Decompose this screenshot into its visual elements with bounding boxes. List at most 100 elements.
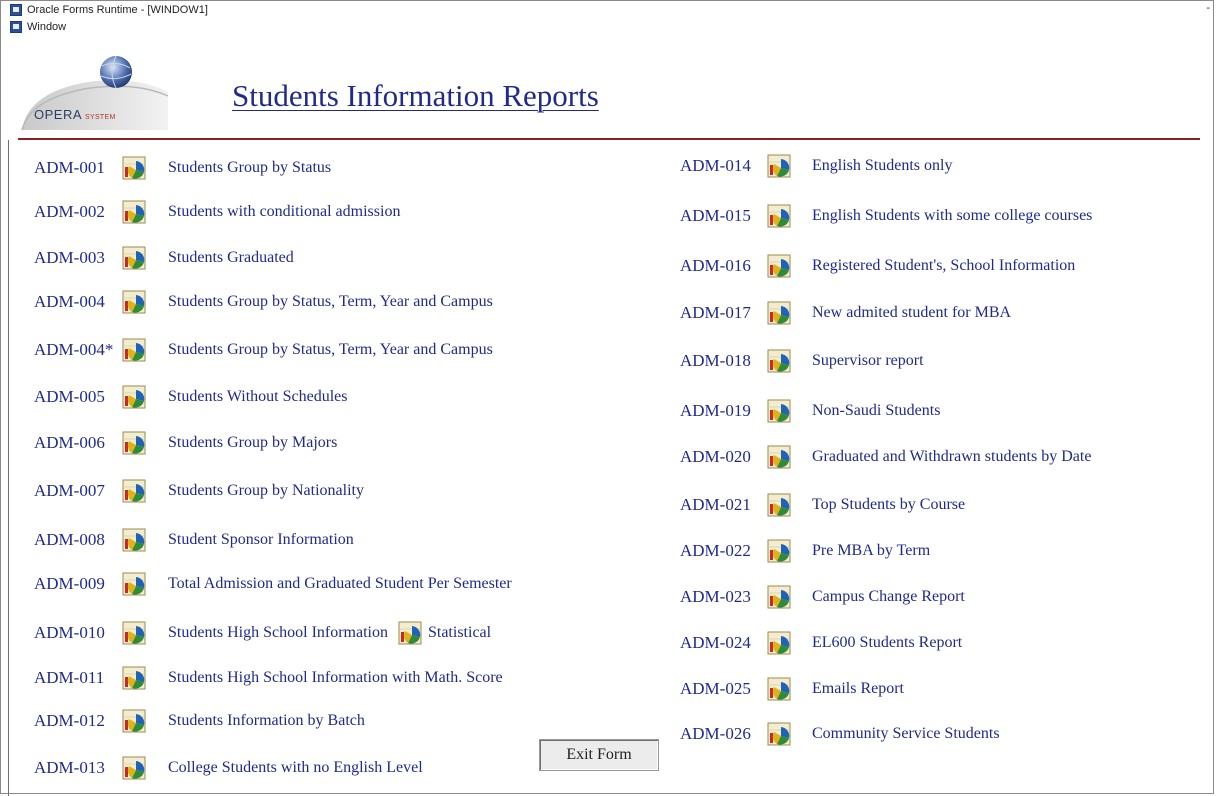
oracle-forms-icon	[10, 4, 22, 16]
report-label[interactable]: Students High School Information	[168, 624, 388, 642]
report-row: ADM-010 Students High School Information…	[34, 618, 491, 648]
report-chart-icon[interactable]	[122, 200, 146, 224]
report-chart-icon[interactable]	[122, 528, 146, 552]
report-chart-icon[interactable]	[767, 254, 791, 278]
report-chart-icon[interactable]	[767, 539, 791, 563]
report-label[interactable]: English Students with some college cours…	[812, 207, 1092, 225]
report-chart-icon[interactable]	[122, 666, 146, 690]
report-code: ADM-022	[680, 541, 751, 560]
exit-form-button[interactable]: Exit Form	[539, 739, 659, 771]
report-chart-icon[interactable]	[767, 301, 791, 325]
report-label[interactable]: English Students only	[812, 157, 952, 175]
report-label[interactable]: Graduated and Withdrawn students by Date	[812, 448, 1091, 466]
report-chart-icon[interactable]	[767, 399, 791, 423]
report-label[interactable]: Registered Student's, School Information	[812, 257, 1075, 275]
report-label[interactable]: Students with conditional admission	[168, 203, 400, 221]
window-title: Oracle Forms Runtime - [WINDOW1]	[27, 4, 208, 16]
report-chart-icon[interactable]	[122, 756, 146, 780]
statistical-label[interactable]: Statistical	[428, 624, 491, 642]
report-chart-icon[interactable]	[767, 493, 791, 517]
report-row: ADM-018 Supervisor report	[680, 346, 924, 376]
report-chart-icon[interactable]	[767, 722, 791, 746]
report-label[interactable]: EL600 Students Report	[812, 634, 962, 652]
report-row: ADM-019 Non-Saudi Students	[680, 396, 940, 426]
report-label[interactable]: Total Admission and Graduated Student Pe…	[168, 575, 512, 593]
report-code: ADM-017	[680, 303, 751, 322]
report-code: ADM-006	[34, 433, 105, 452]
report-label[interactable]: Student Sponsor Information	[168, 531, 354, 549]
report-chart-icon[interactable]	[122, 290, 146, 314]
report-chart-icon[interactable]	[767, 349, 791, 373]
report-row: ADM-023 Campus Change Report	[680, 582, 965, 612]
report-label[interactable]: Students Group by Status, Term, Year and…	[168, 341, 493, 359]
report-label[interactable]: Students Information by Batch	[168, 712, 365, 730]
report-row: ADM-015 English Students with some colle…	[680, 201, 1092, 231]
report-row: ADM-001 Students Group by Status	[34, 153, 331, 183]
window-menu-icon[interactable]	[10, 21, 22, 33]
report-chart-icon[interactable]	[122, 156, 146, 180]
report-code: ADM-018	[680, 351, 751, 370]
report-label[interactable]: Emails Report	[812, 680, 904, 698]
report-code: ADM-011	[34, 668, 105, 687]
report-code: ADM-004	[34, 292, 105, 311]
page-title: Students Information Reports	[232, 78, 599, 113]
report-code: ADM-010	[34, 623, 105, 642]
report-label[interactable]: New admited student for MBA	[812, 304, 1011, 322]
report-chart-icon[interactable]	[122, 709, 146, 733]
report-chart-icon[interactable]	[767, 677, 791, 701]
report-label[interactable]: Community Service Students	[812, 725, 1000, 743]
report-label[interactable]: Students Graduated	[168, 249, 294, 267]
report-label[interactable]: Top Students by Course	[812, 496, 965, 514]
report-code: ADM-020	[680, 447, 751, 466]
minimize-button[interactable]: -	[1206, 2, 1210, 14]
report-chart-icon[interactable]	[767, 631, 791, 655]
report-code: ADM-004*	[34, 340, 114, 359]
report-code: ADM-008	[34, 530, 105, 549]
report-row: ADM-009 Total Admission and Graduated St…	[34, 569, 512, 599]
report-label[interactable]: College Students with no English Level	[168, 759, 423, 777]
report-label[interactable]: Supervisor report	[812, 352, 924, 370]
report-code: ADM-007	[34, 481, 105, 500]
report-chart-icon[interactable]	[767, 154, 791, 178]
report-code: ADM-002	[34, 202, 105, 221]
report-code: ADM-012	[34, 711, 105, 730]
report-row: ADM-017 New admited student for MBA	[680, 298, 1011, 328]
report-label[interactable]: Students Group by Nationality	[168, 482, 364, 500]
report-label[interactable]: Non-Saudi Students	[812, 402, 940, 420]
report-chart-icon[interactable]	[122, 572, 146, 596]
report-code: ADM-015	[680, 206, 751, 225]
report-label[interactable]: Pre MBA by Term	[812, 542, 930, 560]
report-row: ADM-004 Students Group by Status, Term, …	[34, 287, 493, 317]
report-row: ADM-011 Students High School Information…	[34, 663, 503, 693]
title-bar: Oracle Forms Runtime - [WINDOW1]	[10, 2, 208, 18]
report-label[interactable]: Campus Change Report	[812, 588, 965, 606]
report-row: ADM-025 Emails Report	[680, 674, 904, 704]
report-chart-icon[interactable]	[122, 621, 146, 645]
report-code: ADM-023	[680, 587, 751, 606]
report-chart-icon[interactable]	[122, 431, 146, 455]
report-code: ADM-013	[34, 758, 105, 777]
report-row: ADM-022 Pre MBA by Term	[680, 536, 930, 566]
report-label[interactable]: Students Group by Majors	[168, 434, 337, 452]
report-chart-icon[interactable]	[122, 385, 146, 409]
logo-word: OPERA	[34, 107, 83, 122]
report-label[interactable]: Students Group by Status	[168, 159, 331, 177]
menu-bar: Window	[10, 19, 66, 35]
logo-wordmark: OPERA SYSTEM	[34, 107, 116, 122]
menu-window[interactable]: Window	[27, 21, 66, 33]
report-chart-icon[interactable]	[122, 246, 146, 270]
statistical-chart-icon[interactable]	[398, 621, 422, 645]
report-code: ADM-014	[680, 156, 751, 175]
report-label[interactable]: Students Without Schedules	[168, 388, 348, 406]
report-row: ADM-005 Students Without Schedules	[34, 382, 348, 412]
report-chart-icon[interactable]	[767, 585, 791, 609]
report-chart-icon[interactable]	[122, 338, 146, 362]
report-label[interactable]: Students High School Information with Ma…	[168, 669, 503, 687]
report-chart-icon[interactable]	[767, 445, 791, 469]
report-code: ADM-026	[680, 724, 751, 743]
report-chart-icon[interactable]	[122, 479, 146, 503]
report-code: ADM-016	[680, 256, 751, 275]
report-label[interactable]: Students Group by Status, Term, Year and…	[168, 293, 493, 311]
report-row: ADM-003 Students Graduated	[34, 243, 294, 273]
report-chart-icon[interactable]	[767, 204, 791, 228]
